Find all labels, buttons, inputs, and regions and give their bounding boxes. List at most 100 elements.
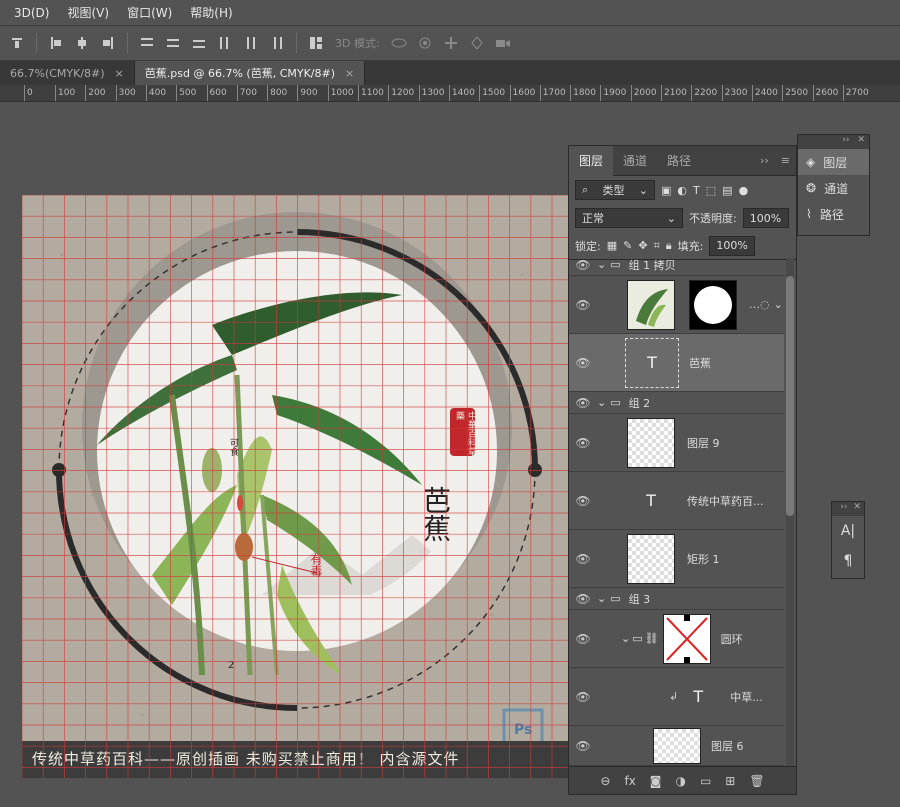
visibility-eye-icon[interactable]: 👁︎	[569, 592, 597, 606]
close-icon[interactable]: ✕	[853, 502, 861, 516]
filter-smart-icon[interactable]: ▤	[722, 184, 732, 197]
menu-help[interactable]: 帮助(H)	[190, 4, 232, 21]
distribute-bottom-icon[interactable]	[190, 34, 208, 52]
link-icon[interactable]: …◌	[749, 298, 770, 311]
close-icon[interactable]: ×	[345, 67, 354, 80]
layer-group-row[interactable]: 👁︎ ⌄ ▭ 组 2	[569, 392, 784, 414]
mask-icon[interactable]: ◙	[650, 774, 662, 788]
tab-channels[interactable]: 通道	[613, 146, 657, 176]
visibility-eye-icon[interactable]: 👁︎	[569, 690, 597, 704]
collapse-icon[interactable]: ››	[840, 502, 847, 516]
align-top-icon[interactable]	[8, 34, 26, 52]
menu-3d[interactable]: 3D(D)	[14, 6, 49, 20]
document-tab-active[interactable]: 芭蕉.psd @ 66.7% (芭蕉, CMYK/8#) ×	[134, 61, 366, 85]
chevron-down-icon[interactable]: ⌄	[621, 632, 630, 645]
lock-move-icon[interactable]: ✥	[638, 239, 647, 252]
layer-pixel-row[interactable]: 👁︎ 图层 9	[569, 414, 784, 472]
dock-item-paths[interactable]: ⌇ 路径	[798, 201, 869, 227]
chevron-down-icon[interactable]: ⌄	[774, 298, 783, 311]
layer-masked-row[interactable]: 👁︎ …◌ ⌄	[569, 276, 784, 334]
document-tab[interactable]: 66.7%(CMYK/8#) ×	[0, 61, 135, 85]
auto-align-icon[interactable]	[307, 34, 325, 52]
text-layer-icon: T	[646, 491, 656, 510]
close-icon[interactable]: ✕	[857, 135, 865, 149]
paragraph-icon[interactable]: ¶	[832, 546, 864, 576]
distribute-hcenter-icon[interactable]	[242, 34, 260, 52]
layer-text-row[interactable]: 👁︎ ↲ T 中草...	[569, 668, 784, 726]
layer-pixel-row[interactable]: 👁︎ 图层 6	[569, 726, 784, 766]
layer-text-row[interactable]: 👁︎ T 传统中草药百...	[569, 472, 784, 530]
lock-all-icon[interactable]: 🔒︎	[666, 239, 672, 253]
distribute-vcenter-icon[interactable]	[164, 34, 182, 52]
dock-item-channels[interactable]: ❂ 通道	[798, 175, 869, 201]
adjustment-icon[interactable]: ◑	[675, 774, 685, 788]
layer-name: 矩形 1	[687, 552, 720, 566]
ruler-tick: 2300	[721, 85, 748, 101]
3d-roll-icon[interactable]	[416, 34, 434, 52]
3d-slide-icon[interactable]	[468, 34, 486, 52]
blend-row: 正常 ⌄ 不透明度: 100%	[569, 204, 796, 232]
folder-icon[interactable]: ▭	[700, 774, 711, 788]
layer-mask-thumbnail[interactable]	[662, 613, 711, 664]
character-icon[interactable]: A|	[832, 516, 864, 546]
trash-icon[interactable]: 🗑︎	[749, 774, 764, 788]
menu-view[interactable]: 视图(V)	[67, 4, 109, 21]
visibility-eye-icon[interactable]: 👁︎	[569, 739, 597, 753]
new-layer-icon[interactable]: ⊞	[725, 774, 735, 788]
filter-shape-icon[interactable]: ⬚	[706, 184, 716, 197]
layer-group-row[interactable]: 👁︎ ⌄ ▭ 组 1 拷贝	[569, 254, 784, 276]
visibility-eye-icon[interactable]: 👁︎	[569, 632, 597, 646]
lock-transparency-icon[interactable]: ▦	[607, 239, 617, 252]
fx-icon[interactable]: fx	[624, 774, 635, 788]
ruler-tick: 2500	[782, 85, 808, 101]
lock-brush-icon[interactable]: ✎	[623, 239, 632, 252]
visibility-eye-icon[interactable]: 👁︎	[569, 436, 597, 450]
visibility-eye-icon[interactable]: 👁︎	[569, 356, 597, 370]
layer-mask-thumbnail[interactable]	[689, 279, 737, 330]
filter-pixel-icon[interactable]: ▣	[661, 184, 671, 197]
close-icon[interactable]: ×	[115, 67, 124, 80]
visibility-eye-icon[interactable]: 👁︎	[569, 552, 597, 566]
scrollbar-thumb[interactable]	[786, 276, 794, 516]
align-right-icon[interactable]	[99, 34, 117, 52]
blend-mode-select[interactable]: 正常 ⌄	[575, 208, 683, 228]
opacity-field[interactable]: 100%	[742, 208, 789, 228]
link-icon[interactable]: ⊖	[600, 774, 610, 788]
horizontal-ruler[interactable]: 0 100 200 300 400 500 600 700 800 900 1000 1100 1200…	[0, 85, 900, 102]
panel-expand-icon[interactable]: ››	[754, 154, 775, 167]
filter-select[interactable]: ⌕ 类型 ⌄	[575, 180, 655, 200]
tab-layers[interactable]: 图层	[569, 145, 614, 176]
dock-item-layers[interactable]: ◈ 图层	[798, 149, 869, 175]
3d-camera-icon[interactable]	[494, 34, 512, 52]
layer-subgroup-row[interactable]: 👁︎ ⌄ ▭ ⛓︎ 圆环	[569, 610, 784, 668]
collapse-icon[interactable]: ››	[842, 135, 849, 149]
tab-paths[interactable]: 路径	[657, 146, 701, 176]
distribute-top-icon[interactable]	[138, 34, 156, 52]
align-left-icon[interactable]	[47, 34, 65, 52]
chevron-down-icon[interactable]: ⌄	[597, 258, 606, 271]
filter-toggle-icon[interactable]: ●	[739, 184, 749, 197]
lock-artboard-icon[interactable]: ⌗	[654, 239, 660, 253]
filter-adjust-icon[interactable]: ◐	[677, 184, 687, 197]
align-hcenter-icon[interactable]	[73, 34, 91, 52]
chevron-down-icon[interactable]: ⌄	[597, 396, 606, 409]
3d-pan-icon[interactable]	[442, 34, 460, 52]
visibility-eye-icon[interactable]: 👁︎	[569, 258, 597, 272]
panel-menu-icon[interactable]: ≡	[775, 154, 796, 167]
visibility-eye-icon[interactable]: 👁︎	[569, 298, 597, 312]
layer-text-row-selected[interactable]: 👁︎ T 芭蕉	[569, 334, 784, 392]
chevron-down-icon[interactable]: ⌄	[597, 592, 606, 605]
visibility-eye-icon[interactable]: 👁︎	[569, 494, 597, 508]
chain-link-icon[interactable]: ⛓︎	[645, 632, 659, 645]
menu-window[interactable]: 窗口(W)	[127, 4, 172, 21]
document-canvas[interactable]	[22, 195, 568, 778]
visibility-eye-icon[interactable]: 👁︎	[569, 396, 597, 410]
3d-orbit-icon[interactable]	[390, 34, 408, 52]
distribute-right-icon[interactable]	[268, 34, 286, 52]
layer-group-row[interactable]: 👁︎ ⌄ ▭ 组 3	[569, 588, 784, 610]
fill-field[interactable]: 100%	[709, 235, 756, 256]
layer-shape-row[interactable]: 👁︎ 矩形 1	[569, 530, 784, 588]
filter-text-icon[interactable]: T	[693, 184, 700, 197]
distribute-left-icon[interactable]	[216, 34, 234, 52]
layer-name: 圆环	[720, 632, 743, 646]
